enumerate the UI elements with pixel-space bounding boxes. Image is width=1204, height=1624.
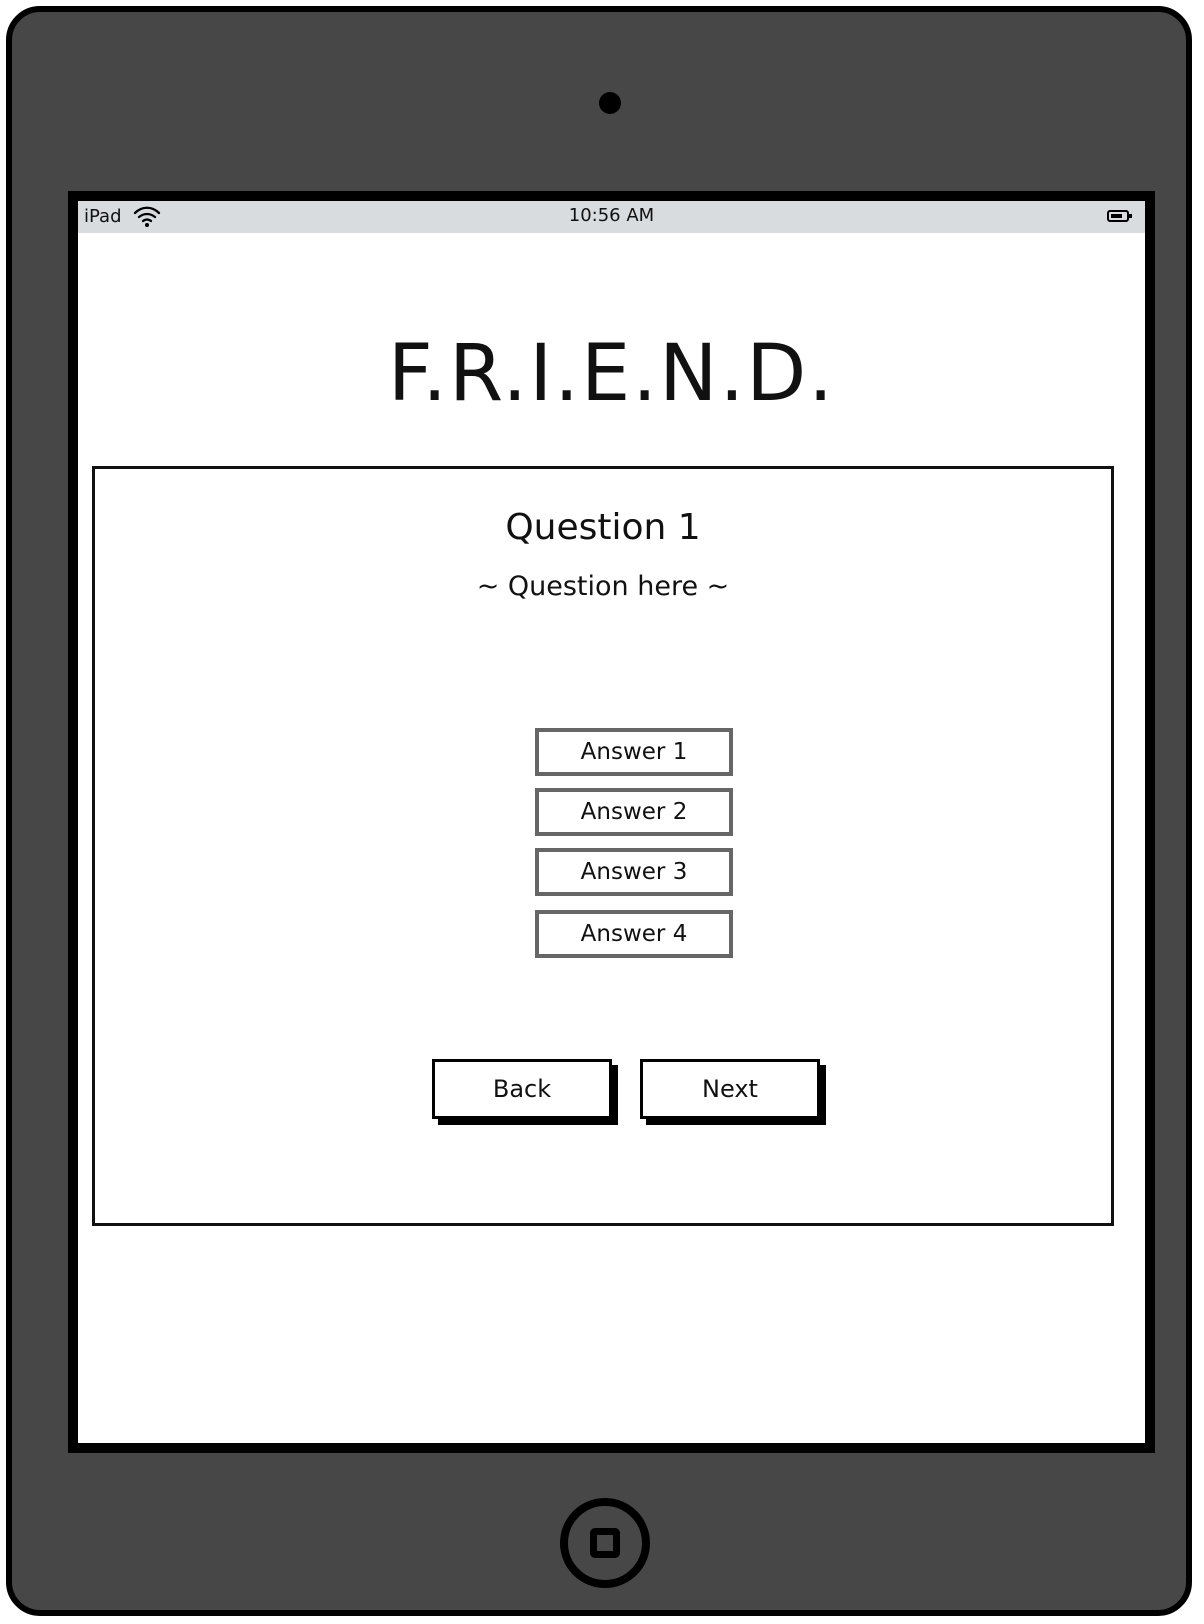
answer-button-4[interactable]: Answer 4 — [535, 910, 733, 958]
ipad-device-frame: iPad 10:56 AM F.R.I.E.N.D. Question 1 ~ … — [6, 6, 1192, 1616]
home-button[interactable] — [560, 1498, 650, 1588]
front-camera-icon — [599, 92, 621, 114]
status-bar: iPad 10:56 AM — [78, 201, 1145, 233]
app-title: F.R.I.E.N.D. — [387, 329, 836, 419]
home-button-icon — [590, 1528, 620, 1558]
question-text: ~ Question here ~ — [476, 571, 730, 602]
answer-button-1[interactable]: Answer 1 — [535, 728, 733, 776]
status-time: 10:56 AM — [568, 205, 655, 226]
device-screen: iPad 10:56 AM F.R.I.E.N.D. Question 1 ~ … — [68, 191, 1155, 1453]
question-title: Question 1 — [505, 507, 701, 548]
back-button[interactable]: Back — [432, 1059, 612, 1119]
question-card: Question 1 ~ Question here ~ Answer 1 An… — [92, 466, 1114, 1226]
next-button[interactable]: Next — [640, 1059, 820, 1119]
answer-button-3[interactable]: Answer 3 — [535, 848, 733, 896]
answer-button-2[interactable]: Answer 2 — [535, 788, 733, 836]
battery-icon — [1107, 210, 1132, 222]
